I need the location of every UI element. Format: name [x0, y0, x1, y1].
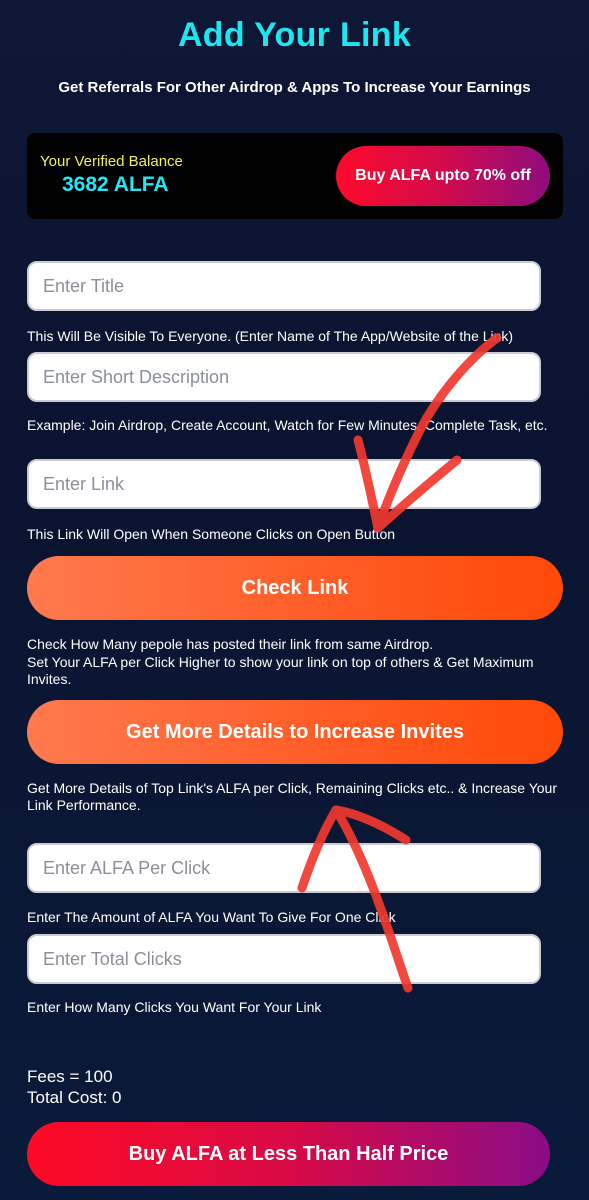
balance-value: 3682 ALFA: [62, 173, 169, 196]
buy-alfa-discount-button[interactable]: Buy ALFA upto 70% off: [336, 146, 550, 206]
page-subtitle: Get Referrals For Other Airdrop & Apps T…: [58, 79, 531, 96]
description-hint: Example: Join Airdrop, Create Account, W…: [27, 417, 548, 433]
fees-label: Fees = 100: [27, 1067, 113, 1086]
add-link-page: Add Your Link Get Referrals For Other Ai…: [0, 0, 589, 1200]
title-input[interactable]: [27, 261, 541, 311]
link-hint: This Link Will Open When Someone Clicks …: [27, 526, 396, 542]
description-input[interactable]: [27, 352, 541, 402]
buy-alfa-half-price-button[interactable]: Buy ALFA at Less Than Half Price: [27, 1122, 550, 1186]
balance-card: Your Verified Balance 3682 ALFA Buy ALFA…: [27, 133, 563, 219]
total-clicks-input[interactable]: [27, 934, 541, 984]
alfa-per-click-input[interactable]: [27, 843, 541, 893]
title-hint: This Will Be Visible To Everyone. (Enter…: [27, 328, 514, 344]
page-title: Add Your Link: [177, 16, 412, 54]
arrow-up-head-right: [331, 805, 411, 845]
total-clicks-hint: Enter How Many Clicks You Want For Your …: [27, 999, 322, 1015]
details-hint: Get More Details of Top Link's ALFA per …: [27, 780, 557, 813]
more-details-button[interactable]: Get More Details to Increase Invites: [27, 700, 563, 764]
link-input[interactable]: [27, 459, 541, 509]
balance-label: Your Verified Balance: [40, 153, 183, 170]
check-link-hint-2: Set Your ALFA per Click Higher to show y…: [27, 654, 534, 687]
check-link-button[interactable]: Check Link: [27, 556, 563, 620]
per-click-hint: Enter The Amount of ALFA You Want To Giv…: [27, 909, 396, 925]
total-cost-label: Total Cost: 0: [27, 1088, 122, 1107]
check-link-hint-1: Check How Many pepole has posted their l…: [27, 636, 434, 652]
